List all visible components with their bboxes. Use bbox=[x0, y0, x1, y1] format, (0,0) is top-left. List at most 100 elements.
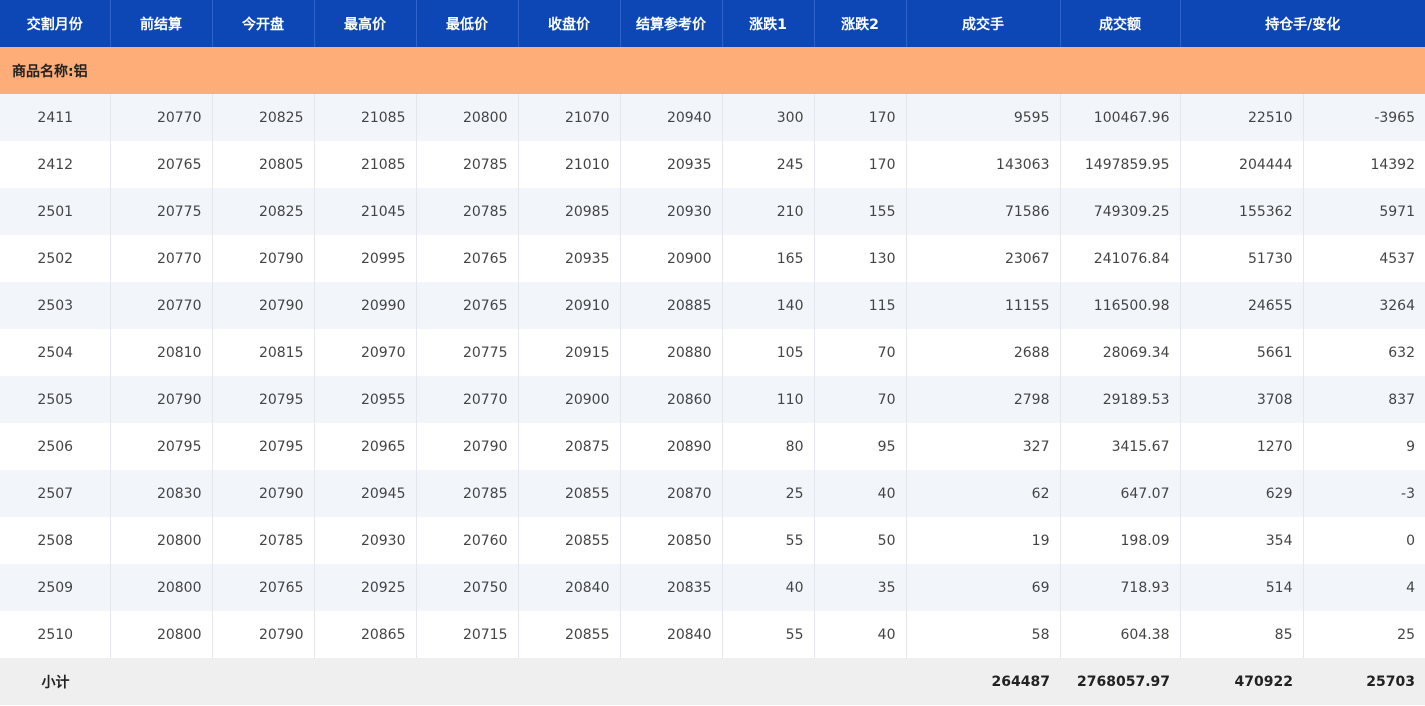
cell-change2: 95 bbox=[814, 423, 907, 470]
cell-delivery-month: 2502 bbox=[0, 235, 111, 282]
cell-prev-settle: 20770 bbox=[110, 94, 213, 141]
cell-delivery-month: 2501 bbox=[0, 188, 111, 235]
cell-turnover: 28069.34 bbox=[1060, 329, 1181, 376]
cell-close: 20855 bbox=[518, 470, 621, 517]
cell-close: 20935 bbox=[518, 235, 621, 282]
cell-change2: 50 bbox=[814, 517, 907, 564]
cell-open: 20815 bbox=[212, 329, 315, 376]
table-row: 2505 20790 20795 20955 20770 20900 20860 110 70 2… bbox=[0, 376, 1425, 423]
cell-turnover: 3415.67 bbox=[1060, 423, 1181, 470]
cell-low: 20765 bbox=[416, 282, 519, 329]
cell-prev-settle: 20795 bbox=[110, 423, 213, 470]
cell-change1: 105 bbox=[722, 329, 815, 376]
table-row: 2412 20765 20805 21085 20785 21010 20935 245 170… bbox=[0, 141, 1425, 188]
cell-close: 20985 bbox=[518, 188, 621, 235]
table-row: 2503 20770 20790 20990 20765 20910 20885 140 115… bbox=[0, 282, 1425, 329]
cell-volume: 69 bbox=[906, 564, 1061, 611]
col-header-delivery-month: 交割月份 bbox=[0, 0, 111, 47]
cell-delivery-month: 2412 bbox=[0, 141, 111, 188]
cell-change1: 300 bbox=[722, 94, 815, 141]
col-header-open: 今开盘 bbox=[212, 0, 315, 47]
cell-delivery-month: 2411 bbox=[0, 94, 111, 141]
cell-oi-change: -3 bbox=[1303, 470, 1425, 517]
cell-volume: 9595 bbox=[906, 94, 1061, 141]
header-row: 交割月份 前结算 今开盘 最高价 最低价 收盘价 结算参考价 涨跌1 涨跌2 成… bbox=[0, 0, 1425, 47]
cell-close: 20840 bbox=[518, 564, 621, 611]
cell-delivery-month: 2503 bbox=[0, 282, 111, 329]
col-header-low: 最低价 bbox=[416, 0, 519, 47]
cell-volume: 23067 bbox=[906, 235, 1061, 282]
table-row: 2411 20770 20825 21085 20800 21070 20940 300 170… bbox=[0, 94, 1425, 141]
cell-low: 20775 bbox=[416, 329, 519, 376]
cell-low: 20790 bbox=[416, 423, 519, 470]
cell-low: 20800 bbox=[416, 94, 519, 141]
cell-close: 20875 bbox=[518, 423, 621, 470]
cell-settle-ref: 20870 bbox=[620, 470, 723, 517]
cell-close: 20910 bbox=[518, 282, 621, 329]
cell-turnover: 116500.98 bbox=[1060, 282, 1181, 329]
cell-change1: 245 bbox=[722, 141, 815, 188]
cell-close: 21010 bbox=[518, 141, 621, 188]
cell-settle-ref: 20850 bbox=[620, 517, 723, 564]
col-header-close: 收盘价 bbox=[518, 0, 621, 47]
cell-high: 20925 bbox=[314, 564, 417, 611]
table-row: 2502 20770 20790 20995 20765 20935 20900 165 130… bbox=[0, 235, 1425, 282]
cell-delivery-month: 2509 bbox=[0, 564, 111, 611]
cell-turnover: 241076.84 bbox=[1060, 235, 1181, 282]
cell-change2: 170 bbox=[814, 141, 907, 188]
cell-oi-change: 4 bbox=[1303, 564, 1425, 611]
cell-turnover: 1497859.95 bbox=[1060, 141, 1181, 188]
cell-open-interest: 3708 bbox=[1180, 376, 1304, 423]
cell-low: 20750 bbox=[416, 564, 519, 611]
cell-close: 20900 bbox=[518, 376, 621, 423]
cell-open: 20765 bbox=[212, 564, 315, 611]
table-row: 2501 20775 20825 21045 20785 20985 20930 210 155… bbox=[0, 188, 1425, 235]
market-table: 交割月份 前结算 今开盘 最高价 最低价 收盘价 结算参考价 涨跌1 涨跌2 成… bbox=[0, 0, 1425, 705]
cell-prev-settle: 20775 bbox=[110, 188, 213, 235]
cell-oi-change: 25 bbox=[1303, 611, 1425, 658]
cell-settle-ref: 20880 bbox=[620, 329, 723, 376]
cell-prev-settle: 20810 bbox=[110, 329, 213, 376]
cell-oi-change: 9 bbox=[1303, 423, 1425, 470]
cell-oi-change: 5971 bbox=[1303, 188, 1425, 235]
col-header-volume: 成交手 bbox=[906, 0, 1061, 47]
cell-open-interest: 354 bbox=[1180, 517, 1304, 564]
cell-turnover: 29189.53 bbox=[1060, 376, 1181, 423]
cell-low: 20785 bbox=[416, 188, 519, 235]
cell-change1: 25 bbox=[722, 470, 815, 517]
cell-prev-settle: 20770 bbox=[110, 282, 213, 329]
col-header-change2: 涨跌2 bbox=[814, 0, 907, 47]
subtotal-change: 25703 bbox=[1303, 658, 1425, 705]
cell-high: 20865 bbox=[314, 611, 417, 658]
cell-oi-change: 632 bbox=[1303, 329, 1425, 376]
table-row: 2507 20830 20790 20945 20785 20855 20870 25 40 62… bbox=[0, 470, 1425, 517]
cell-open: 20790 bbox=[212, 470, 315, 517]
group-label: 商品名称:铝 bbox=[0, 47, 1425, 94]
cell-close: 21070 bbox=[518, 94, 621, 141]
subtotal-row: 小计 264487 2768057.97 470922 25703 bbox=[0, 658, 1425, 705]
table-row: 2506 20795 20795 20965 20790 20875 20890 80 95 32… bbox=[0, 423, 1425, 470]
cell-settle-ref: 20835 bbox=[620, 564, 723, 611]
cell-oi-change: 837 bbox=[1303, 376, 1425, 423]
cell-prev-settle: 20800 bbox=[110, 611, 213, 658]
cell-volume: 143063 bbox=[906, 141, 1061, 188]
cell-change1: 40 bbox=[722, 564, 815, 611]
cell-high: 20990 bbox=[314, 282, 417, 329]
cell-settle-ref: 20935 bbox=[620, 141, 723, 188]
table-row: 2509 20800 20765 20925 20750 20840 20835 40 35 69… bbox=[0, 564, 1425, 611]
cell-turnover: 647.07 bbox=[1060, 470, 1181, 517]
data-body: 2411 20770 20825 21085 20800 21070 20940 300 170… bbox=[0, 94, 1425, 658]
cell-turnover: 749309.25 bbox=[1060, 188, 1181, 235]
cell-settle-ref: 20900 bbox=[620, 235, 723, 282]
cell-high: 21085 bbox=[314, 141, 417, 188]
cell-settle-ref: 20930 bbox=[620, 188, 723, 235]
col-header-open-interest: 持仓手/变化 bbox=[1180, 0, 1425, 47]
cell-low: 20785 bbox=[416, 141, 519, 188]
col-header-prev-settle: 前结算 bbox=[110, 0, 213, 47]
cell-change1: 210 bbox=[722, 188, 815, 235]
cell-open-interest: 85 bbox=[1180, 611, 1304, 658]
cell-volume: 62 bbox=[906, 470, 1061, 517]
cell-high: 20965 bbox=[314, 423, 417, 470]
cell-open-interest: 204444 bbox=[1180, 141, 1304, 188]
cell-turnover: 718.93 bbox=[1060, 564, 1181, 611]
